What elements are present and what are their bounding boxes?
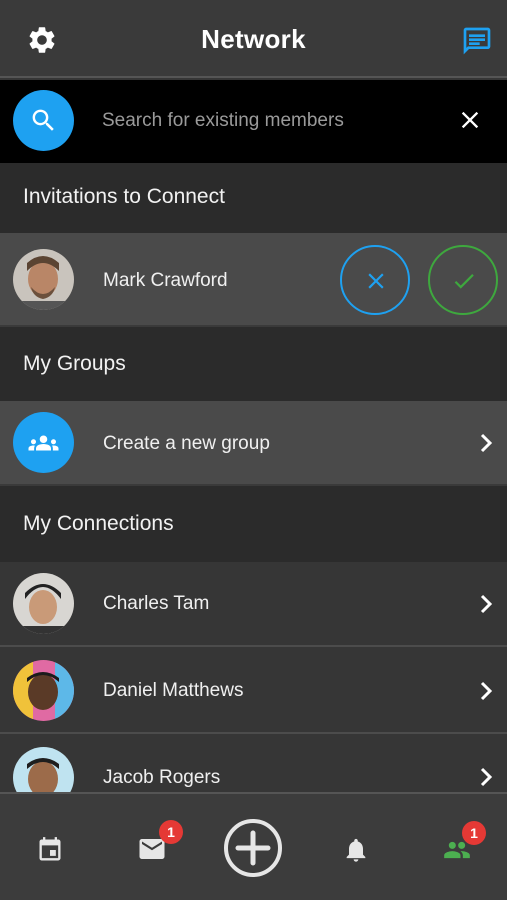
section-header-groups: My Groups [0, 327, 507, 401]
tab-network[interactable]: 1 [440, 821, 486, 869]
chevron-right-icon [480, 433, 493, 453]
avatar [13, 747, 74, 792]
avatar [13, 573, 74, 634]
section-title: My Connections [23, 512, 174, 535]
avatar [13, 660, 74, 721]
search-input[interactable] [102, 104, 432, 138]
chevron-right-icon [480, 767, 493, 787]
section-header-connections: My Connections [0, 486, 507, 562]
tab-calendar[interactable] [36, 836, 64, 869]
chevron-right-icon [480, 594, 493, 614]
section-header-invitations: Invitations to Connect [0, 163, 507, 233]
search-icon [32, 109, 54, 131]
invitation-name: Mark Crawford [103, 270, 228, 291]
create-group-label: Create a new group [103, 433, 270, 454]
connection-row[interactable]: Daniel Matthews [0, 647, 507, 734]
group-icon [28, 435, 59, 451]
section-title: My Groups [23, 352, 126, 375]
check-icon [454, 274, 474, 289]
connection-row[interactable]: Charles Tam [0, 562, 507, 647]
avatar [13, 249, 74, 310]
close-icon [368, 273, 384, 289]
messages-badge: 1 [159, 820, 183, 844]
connection-name: Jacob Rogers [103, 767, 221, 788]
search-bar [0, 80, 507, 163]
tab-messages[interactable]: 1 [135, 820, 183, 869]
decline-button[interactable] [340, 245, 410, 315]
network-badge: 1 [462, 821, 486, 845]
chevron-right-icon [480, 681, 493, 701]
connection-name: Daniel Matthews [103, 680, 244, 701]
tab-notifications[interactable] [342, 836, 370, 869]
accept-button[interactable] [428, 245, 498, 315]
close-icon[interactable] [456, 106, 484, 134]
connection-name: Charles Tam [103, 593, 210, 614]
group-icon-button [13, 412, 74, 473]
calendar-icon [39, 837, 61, 861]
bottom-tab-bar: 1 1 [0, 792, 507, 900]
add-circle-icon [224, 819, 282, 877]
invitation-row: Mark Crawford [0, 233, 507, 327]
connection-row[interactable]: Jacob Rogers [0, 734, 507, 792]
app-header: Network [0, 0, 507, 78]
page-title: Network [201, 24, 306, 54]
chat-icon[interactable] [461, 25, 493, 57]
create-group-row[interactable]: Create a new group [0, 401, 507, 486]
section-title: Invitations to Connect [23, 185, 225, 208]
bell-icon [346, 838, 366, 862]
tab-add[interactable] [223, 818, 283, 883]
search-button[interactable] [13, 90, 74, 151]
